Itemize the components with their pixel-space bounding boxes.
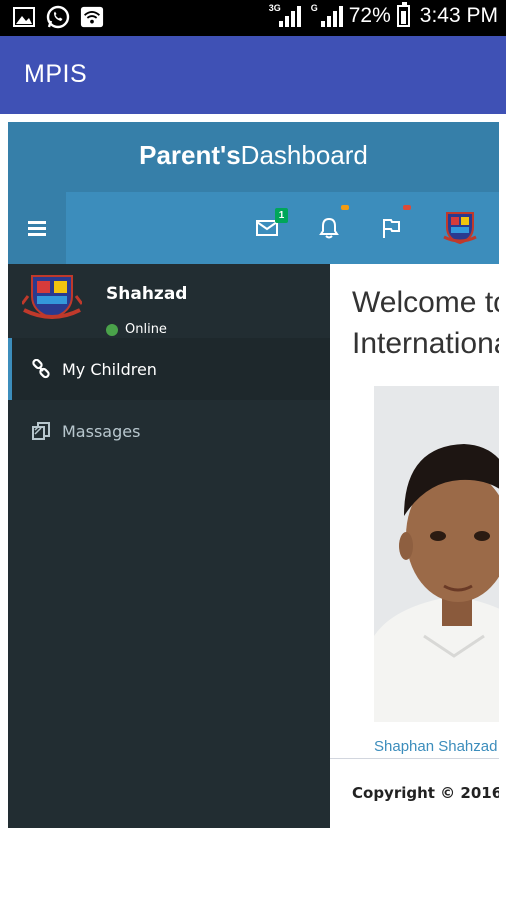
user-menu-button[interactable] — [442, 208, 478, 246]
messages-badge: 1 — [275, 208, 288, 223]
notifications-button[interactable] — [314, 205, 349, 242]
user-status: Online — [106, 322, 167, 337]
battery-icon — [396, 2, 410, 27]
dashboard-header: Parent'sDashboard — [8, 122, 499, 192]
child-name-link[interactable]: Shaphan Shahzad — [374, 738, 497, 755]
child-photo[interactable] — [374, 386, 499, 722]
signal-sim1-icon: 3G — [269, 3, 301, 27]
menu-icon — [28, 221, 46, 236]
sidebar-item-massages[interactable]: Massages — [8, 400, 330, 462]
whatsapp-icon — [46, 5, 70, 29]
copy-icon — [30, 420, 52, 442]
sidebar-item-my-children[interactable]: My Children — [8, 338, 330, 400]
welcome-heading: Welcome to International — [352, 286, 499, 360]
main-content: Welcome to International Shaphan Shahzad… — [330, 264, 499, 828]
sidebar-toggle-button[interactable] — [8, 192, 66, 264]
tasks-indicator — [403, 205, 411, 210]
bell-icon — [319, 217, 339, 239]
gallery-icon — [12, 5, 36, 29]
sidebar-item-label: My Children — [62, 359, 157, 379]
tasks-button[interactable] — [376, 205, 411, 242]
child-portrait-image — [374, 386, 499, 722]
battery-percent: 72% — [348, 4, 391, 27]
wifi-icon — [80, 5, 104, 29]
copyright-text: Copyright © 2016 — [352, 784, 499, 802]
school-crest-icon — [443, 212, 477, 245]
app-bar: MPIS — [0, 36, 506, 114]
flag-icon — [383, 219, 400, 238]
webview: Parent'sDashboard 1 Shahzad Online My Ch… — [8, 122, 499, 828]
avatar — [22, 275, 82, 320]
clock: 3:43 PM — [419, 4, 498, 27]
notifications-indicator — [341, 205, 349, 210]
link-icon — [30, 358, 52, 380]
dashboard-title: Parent'sDashboard — [139, 140, 368, 170]
user-panel: Shahzad Online — [8, 264, 330, 338]
user-name: Shahzad — [106, 284, 188, 304]
status-bar: 3G G 72% 3:43 PM — [0, 0, 506, 36]
sidebar-item-label: Massages — [62, 421, 141, 441]
online-status-icon — [106, 323, 118, 336]
sidebar: Shahzad Online My Children Massages — [8, 264, 330, 828]
app-title: MPIS — [24, 60, 88, 88]
top-navbar: 1 — [8, 192, 499, 264]
messages-button[interactable]: 1 — [252, 208, 288, 242]
signal-sim2-icon: G — [311, 3, 343, 27]
